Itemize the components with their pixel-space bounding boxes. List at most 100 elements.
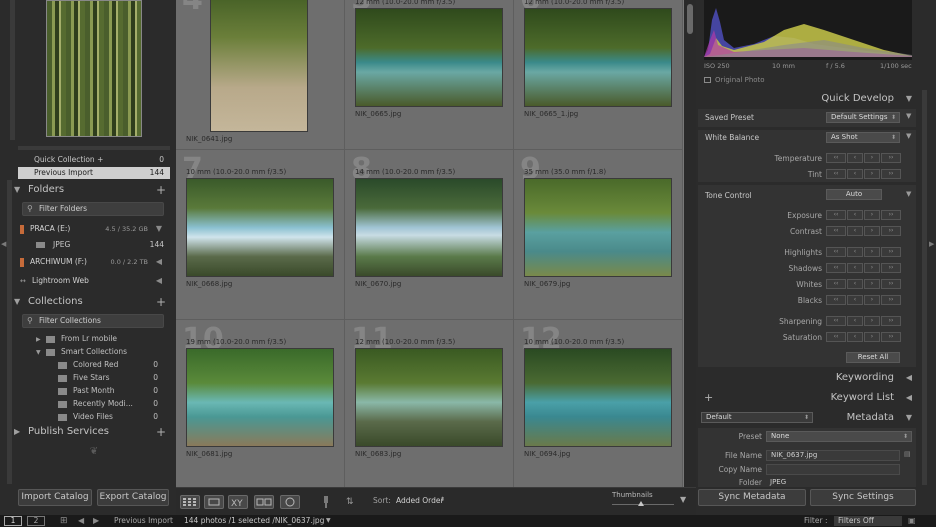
filter-dropdown[interactable]: Filters Off xyxy=(834,516,902,526)
source-dropdown-arrow-icon[interactable]: ▼ xyxy=(326,515,331,527)
grid-scrollbar-thumb[interactable] xyxy=(687,4,693,34)
lightroom-web[interactable]: ↔ Lightroom Web ◀ xyxy=(20,274,166,288)
catalog-quick-collection[interactable]: Quick Collection + 0 xyxy=(18,154,170,166)
grid-cell[interactable]: 10 19 mm (10.0-20.0 mm f/3.5) NIK_0681.jpg xyxy=(176,320,345,487)
filter-collections-input[interactable]: ⚲ Filter Collections xyxy=(22,314,164,328)
add-folder-icon[interactable]: + xyxy=(156,181,166,199)
catalog-divider xyxy=(18,146,170,150)
filter-lock-icon[interactable]: ▣ xyxy=(908,515,916,527)
original-photo-checkbox[interactable] xyxy=(704,77,711,83)
collection-set-smart[interactable]: ▼ Smart Collections xyxy=(36,345,166,358)
volume-archiwum[interactable]: ARCHIWUM (F:) 0.0 / 2.2 TB ◀ xyxy=(20,255,166,269)
keyword-list-header[interactable]: + Keyword List ◀ xyxy=(700,389,916,407)
sync-settings-button[interactable]: Sync Settings xyxy=(810,489,916,506)
highlights-stepper[interactable]: ‹‹ ‹ › ›› xyxy=(826,247,902,257)
reset-all-button[interactable]: Reset All xyxy=(846,352,900,363)
saturation-stepper[interactable]: ‹‹ ‹ › ›› xyxy=(826,332,902,342)
grid-cell[interactable]: 9 35 mm (35.0 mm f/1.8) NIK_0679.jpg xyxy=(514,150,683,320)
white-balance-dropdown[interactable]: As Shot ⬍ xyxy=(826,132,900,143)
add-keyword-icon[interactable]: + xyxy=(704,389,713,407)
smart-collection-item[interactable]: Video Files 0 xyxy=(58,410,166,423)
thumbnail-image[interactable] xyxy=(524,178,672,277)
painter-icon[interactable] xyxy=(322,495,330,509)
sharpening-stepper[interactable]: ‹‹ ‹ › ›› xyxy=(826,316,902,326)
sync-metadata-button[interactable]: Sync Metadata xyxy=(698,489,806,506)
thumbnail-image[interactable] xyxy=(186,178,334,277)
people-view-button[interactable] xyxy=(280,495,300,509)
navigator-scrollbar[interactable] xyxy=(10,0,15,140)
grid-cell[interactable]: 420 mm (10.0-20.0 mm f/3.5)NIK_0641.jpg xyxy=(176,0,345,150)
temperature-stepper[interactable]: ‹‹ ‹ › ›› xyxy=(826,153,902,163)
metadata-view-dropdown[interactable]: Default ⬍ xyxy=(701,412,813,423)
secondary-window-1-button[interactable]: 1 xyxy=(4,516,22,526)
collapse-triangle-icon[interactable]: ▼ xyxy=(906,112,911,120)
white-balance-label: White Balance xyxy=(705,133,760,142)
collection-set-from-lr-mobile[interactable]: ▶ From Lr mobile xyxy=(36,332,166,345)
source-label[interactable]: Previous Import xyxy=(114,515,173,527)
import-catalog-button[interactable]: Import Catalog xyxy=(18,489,92,506)
publish-services-header[interactable]: ▶ Publish Services + xyxy=(14,423,172,441)
grid-cell[interactable]: 11 12 mm (10.0-20.0 mm f/3.5) NIK_0683.jpg xyxy=(345,320,514,487)
whites-stepper[interactable]: ‹‹ ‹ › ›› xyxy=(826,279,902,289)
sort-direction-icon[interactable]: ⇅ xyxy=(346,494,364,510)
compare-view-button[interactable]: XY xyxy=(228,495,248,509)
shadows-stepper[interactable]: ‹‹ ‹ › ›› xyxy=(826,263,902,273)
people-view-icon xyxy=(285,497,295,507)
thumbnail-image[interactable] xyxy=(355,348,503,447)
toolbar-menu-arrow-icon[interactable]: ▼ xyxy=(680,495,686,504)
sort-dropdown[interactable]: Added Order xyxy=(396,496,444,505)
grid-cell[interactable]: 512 mm (10.0-20.0 mm f/3.5)NIK_0665.jpg xyxy=(345,0,514,150)
smart-collection-item[interactable]: Past Month 0 xyxy=(58,384,166,397)
smart-collection-item[interactable]: Five Stars 0 xyxy=(58,371,166,384)
metadata-preset-dropdown[interactable]: None ⬍ xyxy=(766,431,912,442)
grid-cell[interactable]: 8 14 mm (10.0-20.0 mm f/3.5) NIK_0670.jpg xyxy=(345,150,514,320)
auto-tone-button[interactable]: Auto xyxy=(826,189,882,200)
collapse-triangle-icon[interactable]: ▼ xyxy=(906,132,911,140)
filter-folders-input[interactable]: ⚲ Filter Folders xyxy=(22,202,164,216)
thumbnail-image[interactable] xyxy=(355,178,503,277)
survey-view-button[interactable] xyxy=(254,495,274,509)
catalog-previous-import[interactable]: Previous Import 144 xyxy=(18,167,170,179)
tint-stepper[interactable]: ‹‹ ‹ › ›› xyxy=(826,169,902,179)
grid-icon[interactable]: ⊞ xyxy=(60,515,68,527)
left-panel-toggle-icon[interactable]: ◀ xyxy=(1,240,6,248)
smart-collection-item[interactable]: Recently Modi... 0 xyxy=(58,397,166,410)
thumbnail-image[interactable] xyxy=(210,0,308,132)
file-name-field[interactable]: NIK_0637.jpg xyxy=(766,450,900,461)
keywording-header[interactable]: Keywording ◀ xyxy=(700,369,916,387)
thumbnail-image[interactable] xyxy=(186,348,334,447)
collapse-triangle-icon[interactable]: ▼ xyxy=(906,190,911,198)
loupe-view-button[interactable] xyxy=(204,495,224,509)
right-panel-toggle-icon[interactable]: ▶ xyxy=(929,240,934,248)
web-icon: ↔ xyxy=(20,277,26,285)
add-collection-icon[interactable]: + xyxy=(156,293,166,311)
collapse-triangle-icon: ▼ xyxy=(905,413,912,422)
grid-cell[interactable]: 7 10 mm (10.0-20.0 mm f/3.5) NIK_0668.jpg xyxy=(176,150,345,320)
add-publish-service-icon[interactable]: + xyxy=(156,423,166,441)
thumbnail-size-slider-handle[interactable] xyxy=(638,501,644,506)
right-panel-scrollbar[interactable] xyxy=(922,90,927,485)
copy-name-field[interactable] xyxy=(766,464,900,475)
blacks-stepper[interactable]: ‹‹ ‹ › ›› xyxy=(826,295,902,305)
smart-collection-item[interactable]: Colored Red 0 xyxy=(58,358,166,371)
left-panel-scrollbar[interactable] xyxy=(7,180,12,484)
field-action-icon[interactable]: ▤ xyxy=(904,450,911,458)
grid-cell[interactable]: 612 mm (10.0-20.0 mm f/3.5)NIK_0665_1.jp… xyxy=(514,0,683,150)
secondary-window-2-button[interactable]: 2 xyxy=(27,516,45,526)
volume-praca[interactable]: PRACA (E:) 4.5 / 35.2 GB ▼ xyxy=(20,222,166,236)
grid-scrollbar[interactable] xyxy=(684,0,696,487)
thumbnail-image[interactable] xyxy=(355,8,503,107)
collections-header[interactable]: ▼ Collections + xyxy=(14,293,172,311)
forward-arrow-icon[interactable]: ▶ xyxy=(93,515,99,527)
back-arrow-icon[interactable]: ◀ xyxy=(78,515,84,527)
thumbnail-image[interactable] xyxy=(524,8,672,107)
grid-view-button[interactable] xyxy=(180,495,200,509)
contrast-stepper[interactable]: ‹‹ ‹ › ›› xyxy=(826,226,902,236)
export-catalog-button[interactable]: Export Catalog xyxy=(97,489,169,506)
exposure-stepper[interactable]: ‹‹ ‹ › ›› xyxy=(826,210,902,220)
grid-cell[interactable]: 12 10 mm (10.0-20.0 mm f/3.5) NIK_0694.jpg xyxy=(514,320,683,487)
folders-header[interactable]: ▼ Folders + xyxy=(14,181,172,199)
quick-develop-header[interactable]: Quick Develop ▼ xyxy=(700,90,916,108)
folder-jpeg[interactable]: JPEG 144 xyxy=(20,239,170,251)
saved-preset-dropdown[interactable]: Default Settings ⬍ xyxy=(826,112,900,123)
